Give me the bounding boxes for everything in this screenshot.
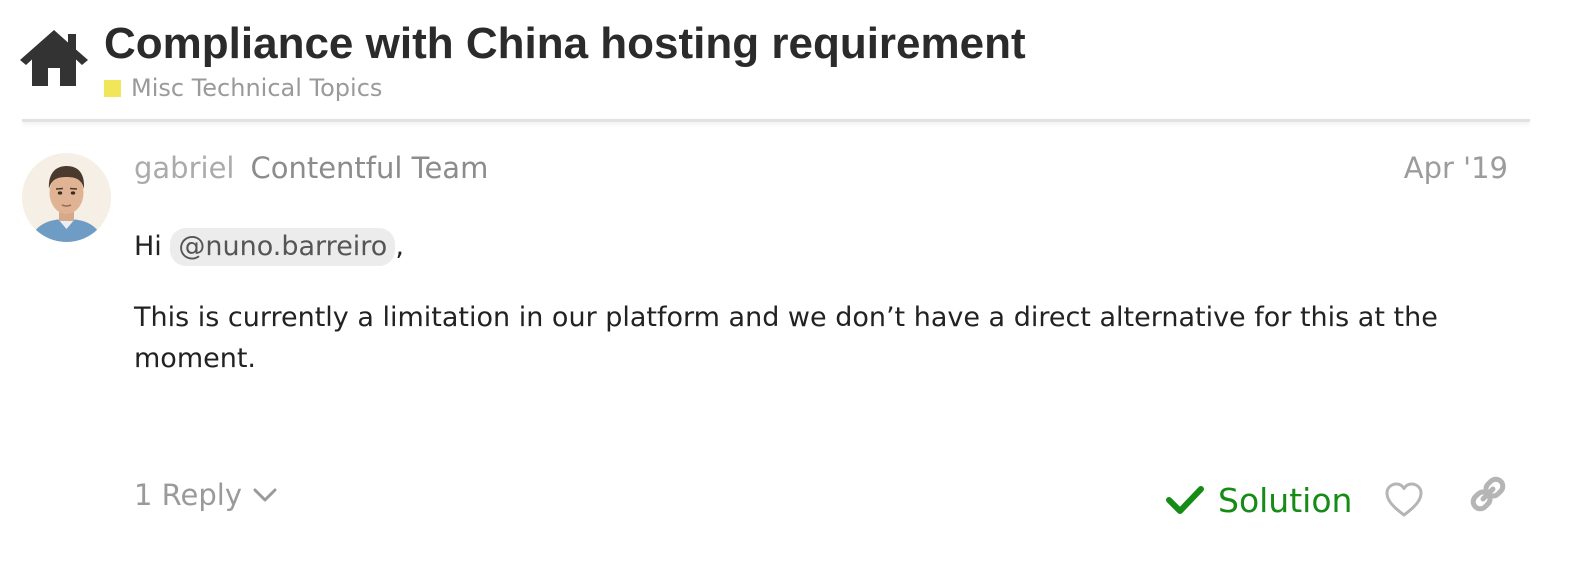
- category-name: Misc Technical Topics: [131, 74, 383, 102]
- replies-toggle-button[interactable]: 1 Reply: [134, 472, 278, 518]
- greeting-suffix: ,: [395, 231, 404, 262]
- post-date[interactable]: Apr '19: [1404, 146, 1508, 190]
- page-title: Compliance with China hosting requiremen…: [104, 19, 1026, 68]
- post-username[interactable]: gabriel: [134, 151, 234, 185]
- post-user-title: Contentful Team: [250, 151, 489, 185]
- greeting-text: Hi: [134, 231, 162, 262]
- chevron-down-icon: [253, 488, 277, 502]
- user-mention[interactable]: @nuno.barreiro: [170, 228, 396, 266]
- category-badge[interactable]: Misc Technical Topics: [104, 72, 382, 104]
- header-divider: [22, 119, 1530, 122]
- avatar[interactable]: [22, 153, 111, 242]
- solution-label: Solution: [1218, 480, 1353, 520]
- link-icon: [1470, 476, 1506, 512]
- topic-header: Compliance with China hosting requiremen…: [0, 0, 1574, 122]
- post-paragraph: This is currently a limitation in our pl…: [134, 302, 1438, 374]
- check-icon: [1166, 486, 1204, 514]
- solution-button[interactable]: Solution: [1166, 476, 1352, 524]
- replies-count-label: 1 Reply: [134, 478, 242, 512]
- post-body: Hi @nuno.barreiro, This is currently a l…: [134, 226, 1454, 409]
- post-meta: gabriel Contentful Team: [134, 146, 488, 190]
- category-color-swatch: [104, 79, 121, 97]
- share-link-button[interactable]: [1468, 474, 1508, 514]
- home-icon[interactable]: [18, 28, 90, 88]
- heart-icon: [1385, 482, 1423, 517]
- like-button[interactable]: [1384, 480, 1424, 520]
- post-greeting: Hi @nuno.barreiro,: [134, 226, 1454, 267]
